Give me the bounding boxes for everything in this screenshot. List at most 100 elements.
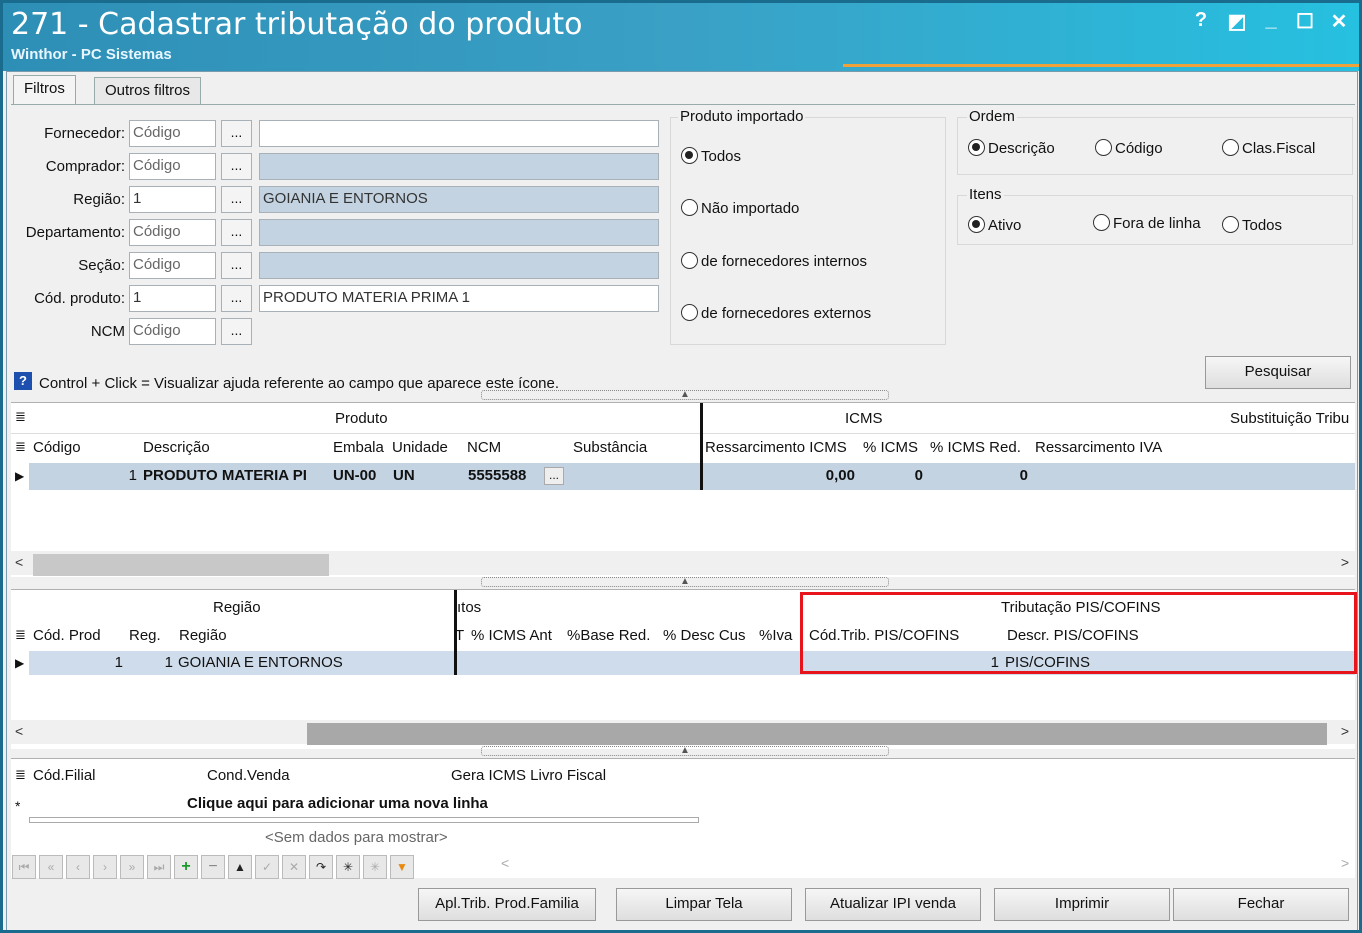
ncm-ellipsis-button[interactable]: ... (544, 467, 564, 485)
col-pct-icms[interactable]: % ICMS (863, 439, 918, 456)
comprador-lookup-button[interactable]: ... (221, 153, 252, 180)
cancel-icon[interactable]: ✕ (282, 855, 306, 879)
regiao-code-input[interactable]: 1 (129, 186, 216, 213)
nav-next-icon[interactable]: › (93, 855, 117, 879)
splitter-handle-3[interactable]: ▲ (481, 746, 889, 756)
nav-prev-page-icon[interactable]: « (39, 855, 63, 879)
col-unidade[interactable]: Unidade (392, 439, 448, 456)
apl-trib-familia-button[interactable]: Apl.Trib. Prod.Familia (418, 888, 596, 921)
scroll-right-icon[interactable]: > (1341, 723, 1349, 739)
ncm-lookup-button[interactable]: ... (221, 318, 252, 345)
col-iva[interactable]: %Iva (759, 627, 792, 644)
scroll-thumb[interactable] (33, 554, 329, 576)
restore-layout-icon[interactable]: ◩ (1223, 9, 1251, 34)
col-cod-prod[interactable]: Cód. Prod (33, 627, 101, 644)
radio-todos-importado[interactable]: Todos (681, 147, 741, 165)
nav-prev-icon[interactable]: ‹ (66, 855, 90, 879)
cell-regiao[interactable]: GOIANIA E ENTORNOS (178, 650, 343, 676)
radio-ordem-codigo[interactable]: Código (1095, 139, 1163, 157)
radio-fornecedores-internos[interactable]: de fornecedores internos (681, 252, 867, 270)
scroll-left-icon[interactable]: < (15, 723, 23, 739)
add-icon[interactable]: + (174, 855, 198, 879)
splitter-handle-1[interactable]: ▲ (481, 390, 889, 400)
column-chooser-icon[interactable]: ≣ (15, 767, 26, 783)
filter-icon[interactable]: ▼ (390, 855, 414, 879)
regiao-lookup-button[interactable]: ... (221, 186, 252, 213)
column-chooser-icon[interactable]: ≣ (15, 409, 26, 425)
col-ressarcimento-icms[interactable]: Ressarcimento ICMS (705, 439, 847, 456)
fornecedor-lookup-button[interactable]: ... (221, 120, 252, 147)
col-reg[interactable]: Reg. (129, 627, 161, 644)
col-desc-cus[interactable]: % Desc Cus (663, 627, 746, 644)
col-ncm[interactable]: NCM (467, 439, 501, 456)
col-cond-venda[interactable]: Cond.Venda (207, 767, 290, 784)
column-chooser-icon[interactable]: ≣ (15, 439, 26, 455)
col-regiao[interactable]: Região (179, 627, 227, 644)
cell-codigo[interactable]: 1 (41, 463, 137, 489)
close-icon[interactable]: ✕ (1325, 9, 1353, 34)
limpar-tela-button[interactable]: Limpar Tela (616, 888, 792, 921)
cell-ress-icms[interactable]: 0,00 (707, 463, 855, 489)
cell-descricao[interactable]: PRODUTO MATERIA PI (143, 463, 329, 489)
post-icon[interactable]: ✓ (255, 855, 279, 879)
tab-outros-filtros[interactable]: Outros filtros (94, 77, 202, 104)
col-substancia[interactable]: Substância (573, 439, 647, 456)
cell-ncm[interactable]: 5555588 (468, 463, 526, 489)
asterisk-icon[interactable]: ✳ (336, 855, 360, 879)
scroll-right-icon[interactable]: > (1341, 554, 1349, 570)
cod-produto-desc-field[interactable]: PRODUTO MATERIA PRIMA 1 (259, 285, 659, 312)
secao-code-input[interactable]: Código (129, 252, 216, 279)
imprimir-button[interactable]: Imprimir (994, 888, 1170, 921)
tab-filtros[interactable]: Filtros (13, 75, 76, 104)
radio-fornecedores-externos[interactable]: de fornecedores externos (681, 304, 871, 322)
col-ressarcimento-iva[interactable]: Ressarcimento IVA (1035, 439, 1162, 456)
radio-ordem-clasfiscal[interactable]: Clas.Fiscal (1222, 139, 1315, 157)
fornecedor-code-input[interactable]: Código (129, 120, 216, 147)
asterisk-disabled-icon[interactable]: ✳ (363, 855, 387, 879)
col-base-red[interactable]: %Base Red. (567, 627, 650, 644)
radio-itens-ativo[interactable]: Ativo (968, 216, 1021, 234)
comprador-code-input[interactable]: Código (129, 153, 216, 180)
nav-next-page-icon[interactable]: » (120, 855, 144, 879)
maximize-icon[interactable]: ☐ (1291, 9, 1319, 34)
help-icon[interactable]: ? (1187, 9, 1215, 32)
col-cod-filial[interactable]: Cód.Filial (33, 767, 96, 784)
scroll-left-icon[interactable]: < (501, 855, 509, 871)
scroll-thumb[interactable] (307, 723, 1327, 745)
refresh-icon[interactable]: ↷ (309, 855, 333, 879)
fornecedor-desc-field[interactable] (259, 120, 659, 147)
col-pct-icms-red[interactable]: % ICMS Red. (930, 439, 1021, 456)
edit-icon[interactable]: ▲ (228, 855, 252, 879)
col-descricao[interactable]: Descrição (143, 439, 210, 456)
radio-itens-todos[interactable]: Todos (1222, 216, 1282, 234)
cell-unidade[interactable]: UN (393, 463, 415, 489)
fechar-button[interactable]: Fechar (1173, 888, 1349, 921)
scroll-left-icon[interactable]: < (15, 554, 23, 570)
grid1-hscrollbar[interactable]: < > (11, 551, 1355, 576)
departamento-lookup-button[interactable]: ... (221, 219, 252, 246)
grid2-hscrollbar[interactable]: < > (11, 720, 1355, 745)
cell-icms-red[interactable]: 0 (930, 463, 1028, 489)
cod-produto-lookup-button[interactable]: ... (221, 285, 252, 312)
departamento-code-input[interactable]: Código (129, 219, 216, 246)
splitter-handle-2[interactable]: ▲ (481, 577, 889, 587)
col-icms-ant[interactable]: % ICMS Ant (471, 627, 552, 644)
nav-first-icon[interactable]: ⏮ (12, 855, 36, 879)
secao-lookup-button[interactable]: ... (221, 252, 252, 279)
add-new-row[interactable]: Clique aqui para adicionar uma nova linh… (187, 791, 488, 817)
cell-cod-prod[interactable]: 1 (33, 650, 123, 676)
cell-icms[interactable]: 0 (863, 463, 923, 489)
radio-ordem-descricao[interactable]: Descrição (968, 139, 1055, 157)
ncm-code-input[interactable]: Código (129, 318, 216, 345)
col-embala[interactable]: Embala (333, 439, 384, 456)
cell-reg[interactable]: 1 (129, 650, 173, 676)
nav-last-icon[interactable]: ⏭ (147, 855, 171, 879)
help-question-icon[interactable]: ? (14, 372, 32, 390)
radio-itens-fora-linha[interactable]: Fora de linha (1093, 214, 1201, 232)
delete-icon[interactable]: − (201, 855, 225, 879)
radio-nao-importado[interactable]: Não importado (681, 199, 799, 217)
pesquisar-button[interactable]: Pesquisar (1205, 356, 1351, 389)
scroll-right-icon[interactable]: > (1341, 855, 1349, 871)
cod-produto-input[interactable]: 1 (129, 285, 216, 312)
col-codigo[interactable]: Código (33, 439, 81, 456)
